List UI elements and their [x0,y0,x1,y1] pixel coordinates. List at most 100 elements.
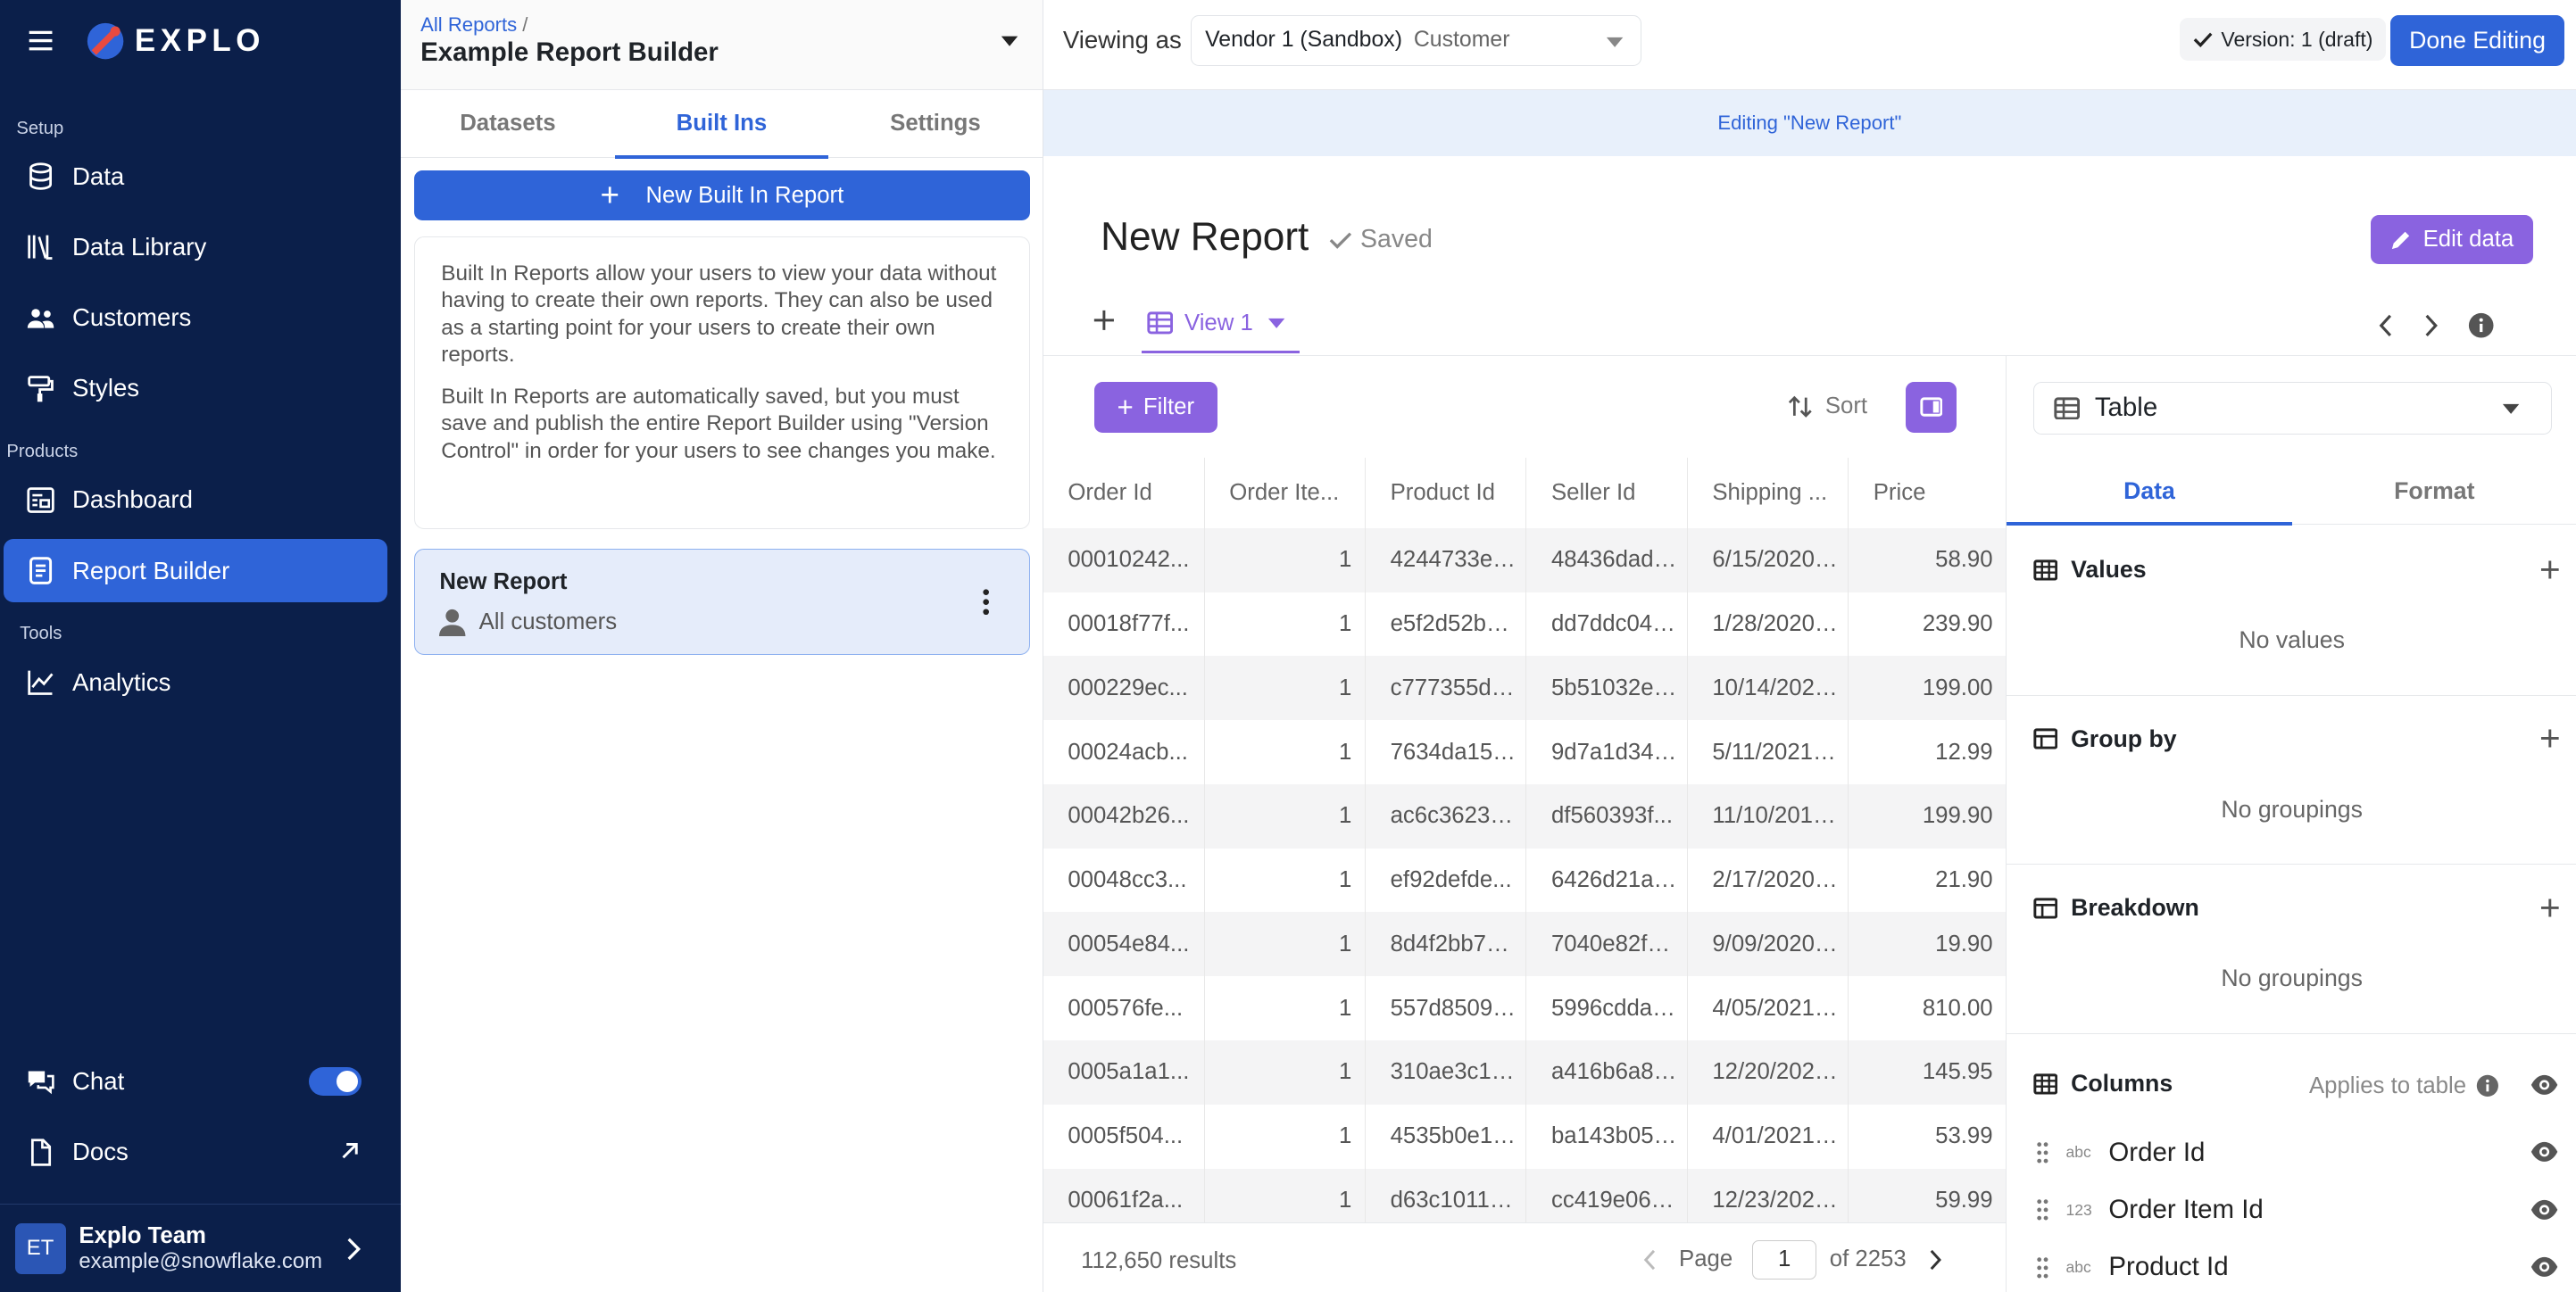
table-row[interactable]: 00018f77f... 1 e5f2d52b8... dd7ddc04e... 1/2… [1043,592,2007,657]
filter-button[interactable]: + Filter [1093,381,1217,434]
breadcrumb-all-reports[interactable]: All Reports [420,13,517,36]
new-built-in-report-button[interactable]: + New Built In Report [413,170,1031,220]
chevron-down-icon[interactable] [1000,33,1019,49]
sidebar-item-data-library[interactable]: Data Library [4,215,388,279]
section-products: Products [6,442,79,462]
column-config-row[interactable]: abc Order Id [2036,1138,2205,1168]
table-row[interactable]: 00042b26... 1 ac6c36230... df560393f... 11/1… [1043,783,2007,849]
drag-handle-icon[interactable] [2036,1256,2049,1280]
toggle-panel-button[interactable] [1906,381,1957,434]
column-config-row[interactable]: 123 Order Item Id [2036,1195,2264,1225]
table-cell: ba143b05f... [1525,1104,1688,1169]
sidebar-item-data[interactable]: Data [4,145,388,209]
rows-icon [2033,728,2071,750]
column-header[interactable]: Order Ite... [1204,457,1367,528]
table-cell: 0005f504... [1043,1104,1205,1169]
table-cell: 239.90 [1922,610,1993,636]
filter-label: Filter [1143,394,1195,419]
tab-data[interactable]: Data [2007,460,2291,526]
top-bar: Viewing as Vendor 1 (Sandbox) Customer V… [1043,0,2576,91]
edit-data-button[interactable]: Edit data [2370,215,2534,265]
report-title[interactable]: New Report [1101,215,1309,260]
table-row[interactable]: 0005a1a1... 1 310ae3c14... a416b6a84... 12/2… [1043,1040,2007,1105]
page-input[interactable]: 1 [1752,1239,1817,1280]
add-breakdown-icon[interactable]: + [2539,889,2561,926]
tab-built-ins[interactable]: Built Ins [614,90,829,160]
chevron-right-icon[interactable] [1929,1249,1942,1271]
page-label: Page [1679,1246,1733,1272]
table-row[interactable]: 00024acb... 1 7634da152... 9d7a1d34a... 5/11… [1043,720,2007,784]
table-cell: 53.99 [1935,1123,1993,1149]
column-header[interactable]: Shipping ... [1687,457,1849,528]
drag-handle-icon[interactable] [2036,1141,2049,1164]
eye-icon[interactable] [2530,1073,2559,1097]
eye-icon[interactable] [2530,1255,2559,1279]
info-icon[interactable] [2466,1074,2499,1097]
sidebar-item-report-builder[interactable]: Report Builder [3,538,388,603]
table-cell: dd7ddc04e... [1525,592,1688,657]
table-cell: 58.90 [1848,527,2007,592]
done-editing-button[interactable]: Done Editing [2390,14,2565,66]
chevron-right-icon[interactable] [2423,314,2439,337]
table-cell: 1 [1204,720,1367,784]
drag-handle-icon[interactable] [2036,1198,2049,1222]
column-header[interactable]: Product Id [1365,457,1527,528]
table-cell: 48436dade... [1525,527,1688,592]
tab-datasets[interactable]: Datasets [401,90,615,156]
table-row[interactable]: 0005f504... 1 4535b0e10... ba143b05f... 4/01… [1043,1104,2007,1169]
column-header[interactable]: Price [1848,457,2007,528]
eye-icon[interactable] [2530,1198,2559,1222]
sort-button[interactable]: Sort [1788,393,1867,419]
chat-toggle[interactable] [309,1067,361,1096]
sidebar-item-customers[interactable]: Customers [4,286,388,350]
user-profile[interactable]: ET Explo Team example@snowflake.com [0,1204,402,1292]
viewing-as-select[interactable]: Vendor 1 (Sandbox) Customer [1191,14,1641,66]
tab-settings[interactable]: Settings [828,90,1043,156]
tab-view-1[interactable]: View 1 [1142,295,1300,353]
info-icon[interactable] [2468,312,2494,338]
sidebar-item-dashboard[interactable]: Dashboard [4,468,388,533]
table-icon [2033,1073,2071,1095]
table-cell: 1 [1204,848,1367,913]
table-cell: 5/11/2021, 1... [1687,720,1849,784]
table-cell: 6426d21ac... [1525,848,1688,913]
sidebar-item-label: Report Builder [71,556,230,584]
sidebar-item-styles[interactable]: Styles [4,356,388,420]
explo-logo-icon [56,21,125,61]
column-header[interactable]: Seller Id [1525,457,1688,528]
table-row[interactable]: 00010242... 1 4244733e0... 48436dade... 6/15… [1043,527,2007,592]
table-cell: 4535b0e10... [1365,1104,1527,1169]
eye-icon[interactable] [2530,1140,2559,1164]
config-panel: Table Data Format Values + No values Gro… [2006,354,2576,1292]
table-cell: e5f2d52b8... [1365,592,1527,657]
report-card-title: New Report [439,568,568,594]
table-cell: 1 [1204,592,1367,657]
values-section: Values + No values [2007,526,2576,696]
sidebar-item-analytics[interactable]: Analytics [4,650,388,715]
chevron-down-icon[interactable] [1267,317,1285,330]
menu-icon[interactable] [26,26,55,55]
person-icon [439,609,478,637]
version-badge[interactable]: Version: 1 (draft) [2180,18,2387,62]
more-options-icon[interactable] [983,589,990,615]
table-row[interactable]: 000576fe... 1 557d85097... 5996cddab... 4/05… [1043,976,2007,1041]
chevron-left-icon[interactable] [1643,1249,1657,1271]
add-view-icon[interactable] [1093,309,1116,332]
sidebar-item-label: Data [71,162,125,190]
table-row[interactable]: 000229ec... 1 c777355d1... 5b51032ed... 10/1… [1043,656,2007,721]
pagination: Page 1 of 2253 [1643,1239,1943,1280]
column-config-row[interactable]: abc Product Id [2036,1252,2229,1282]
table-row[interactable]: 00048cc3... 1 ef92defde... 6426d21ac... 2/17… [1043,848,2007,913]
add-value-icon[interactable]: + [2539,551,2561,588]
report-card[interactable]: New Report All customers [413,548,1031,656]
table-cell: 4244733e0... [1365,527,1527,592]
table-cell: 6/15/2020, ... [1687,527,1849,592]
tab-format[interactable]: Format [2292,460,2576,525]
sidebar-item-docs[interactable]: Docs [4,1120,388,1184]
page-title: Example Report Builder [420,37,719,68]
table-row[interactable]: 00054e84... 1 8d4f2bb7e... 7040e82f8... 9/09… [1043,912,2007,977]
visualization-type-select[interactable]: Table [2032,381,2553,435]
chevron-left-icon[interactable] [2379,314,2394,337]
column-header[interactable]: Order Id [1043,457,1205,528]
add-group-by-icon[interactable]: + [2539,720,2561,757]
